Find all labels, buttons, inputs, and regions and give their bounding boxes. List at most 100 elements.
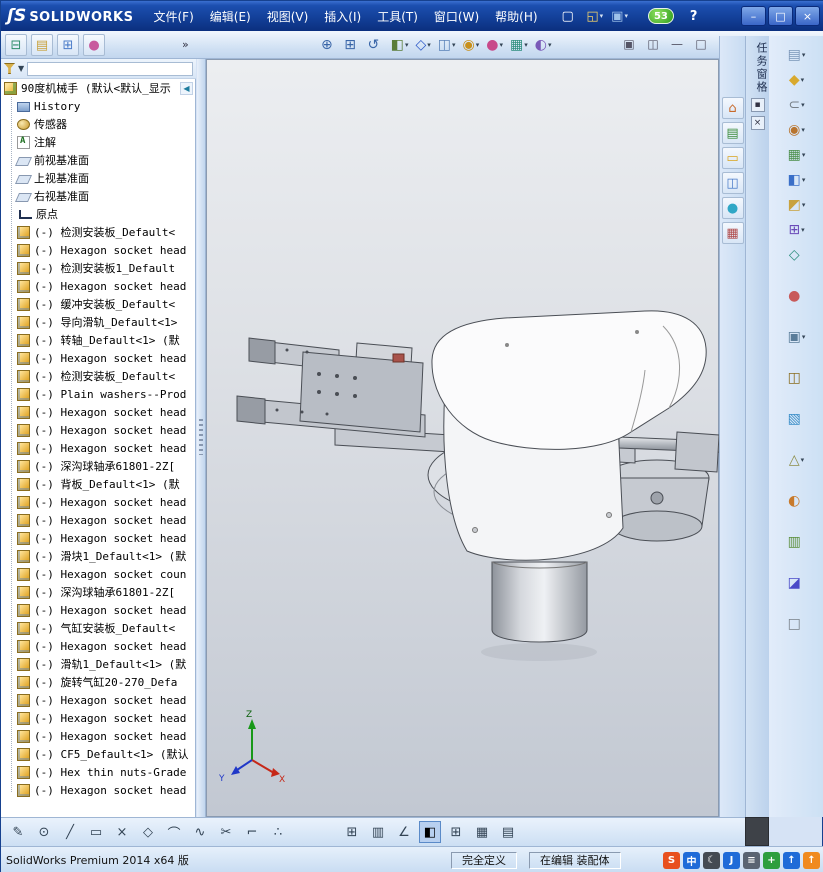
- featuremanager-tab-icon[interactable]: ⊟: [5, 34, 27, 56]
- filter-funnel-icon[interactable]: [4, 63, 15, 74]
- tree-item[interactable]: (-) Hexagon socket coun: [1, 565, 196, 583]
- sogou-icon[interactable]: S: [663, 851, 680, 869]
- menu-item[interactable]: 编辑(E): [202, 4, 259, 29]
- arrow-up-blue-icon[interactable]: ↑: [783, 851, 800, 869]
- menu-item[interactable]: 文件(F): [145, 4, 201, 29]
- tree-item[interactable]: (-) Hexagon socket head: [1, 781, 196, 799]
- tree-item[interactable]: (-) Hexagon socket head: [1, 493, 196, 511]
- tree-item[interactable]: (-) Plain washers--Prod: [1, 385, 196, 403]
- assembly-tool-icon[interactable]: △ ▾: [769, 447, 823, 472]
- polygon-icon[interactable]: ◇: [137, 821, 159, 843]
- pattern-icon[interactable]: ∴: [267, 821, 289, 843]
- tree-item[interactable]: 90度机械手 (默认<默认_显示: [1, 79, 196, 97]
- menu-item[interactable]: 工具(T): [369, 4, 426, 29]
- menu-item[interactable]: 视图(V): [259, 4, 317, 29]
- tree-item[interactable]: 右视基准面: [1, 187, 196, 205]
- pin-icon[interactable]: ▪: [750, 98, 765, 112]
- restore-doc-icon[interactable]: □: [693, 37, 709, 51]
- help-icon[interactable]: ?: [690, 9, 698, 24]
- tree-item[interactable]: (-) Hexagon socket head: [1, 421, 196, 439]
- keyboard-icon[interactable]: ≡: [743, 851, 760, 869]
- file-explorer-tab-icon[interactable]: ▭: [721, 147, 744, 169]
- assembly-tool-icon[interactable]: ⊂ ▾: [769, 92, 823, 117]
- tree-item[interactable]: (-) Hexagon socket head: [1, 511, 196, 529]
- new-document-icon[interactable]: ▢ ▾: [560, 6, 581, 26]
- line-icon[interactable]: ╱: [59, 821, 81, 843]
- tree-item[interactable]: (-) Hexagon socket head: [1, 727, 196, 745]
- minimize-button[interactable]: –: [741, 6, 766, 26]
- display-style-icon[interactable]: ◫ ▾: [436, 34, 458, 56]
- tree-filter-input[interactable]: [27, 61, 193, 76]
- grid-icon[interactable]: ▤: [497, 821, 519, 843]
- trim-icon[interactable]: ✂: [215, 821, 237, 843]
- previous-view-icon[interactable]: ↺ ▾: [366, 34, 386, 56]
- tree-item[interactable]: (-) Hexagon socket head: [1, 403, 196, 421]
- tree-item[interactable]: (-) 缓冲安装板_Default<: [1, 295, 196, 313]
- point-icon[interactable]: ×: [111, 821, 133, 843]
- filter-chevron-icon[interactable]: ▼: [18, 64, 24, 73]
- tree-item[interactable]: (-) Hexagon socket head: [1, 637, 196, 655]
- tree-item[interactable]: (-) Hexagon socket head: [1, 241, 196, 259]
- tree-item[interactable]: (-) Hexagon socket head: [1, 439, 196, 457]
- tree-item[interactable]: 传感器: [1, 115, 196, 133]
- close-pane-icon[interactable]: ×: [750, 116, 765, 130]
- displaymanager-tab-icon[interactable]: ●: [83, 34, 105, 56]
- configurationmanager-tab-icon[interactable]: ⊞: [57, 34, 79, 56]
- tree-item[interactable]: (-) Hex thin nuts-Grade: [1, 763, 196, 781]
- tree-item[interactable]: 原点: [1, 205, 196, 223]
- assembly-tool-icon[interactable]: ◩ ▾: [769, 192, 823, 217]
- tree-item[interactable]: (-) 导向滑轨_Default<1>: [1, 313, 196, 331]
- table-icon[interactable]: ⊞: [445, 821, 467, 843]
- tree-item[interactable]: History: [1, 97, 196, 115]
- tree-item[interactable]: (-) 检测安装板1_Default: [1, 259, 196, 277]
- tree-item[interactable]: (-) 旋转气缸20-270_Defa: [1, 673, 196, 691]
- tree-item[interactable]: (-) Hexagon socket head: [1, 277, 196, 295]
- ime-punct-icon[interactable]: J: [723, 851, 740, 869]
- apply-scene-icon[interactable]: ▦ ▾: [508, 34, 530, 56]
- appearances-tab-icon[interactable]: ●: [721, 197, 744, 219]
- tile-windows-icon[interactable]: ◫: [645, 37, 661, 51]
- custom-properties-tab-icon[interactable]: ▦: [721, 222, 744, 244]
- ime-chinese-icon[interactable]: 中: [683, 851, 700, 869]
- circle-icon[interactable]: ⊙: [33, 821, 55, 843]
- hide-show-items-icon[interactable]: ◉ ▾: [461, 34, 482, 56]
- assembly-tool-icon[interactable]: ◪ ▾: [769, 570, 823, 595]
- tree-item[interactable]: (-) 背板_Default<1> (默: [1, 475, 196, 493]
- tree-item[interactable]: (-) Hexagon socket head: [1, 709, 196, 727]
- tree-item[interactable]: (-) Hexagon socket head: [1, 601, 196, 619]
- arc-icon[interactable]: ⌒: [163, 821, 185, 843]
- rectangle-icon[interactable]: ▭: [85, 821, 107, 843]
- section-view-icon[interactable]: ◧ ▾: [389, 34, 411, 56]
- edit-appearance-icon[interactable]: ● ▾: [484, 34, 505, 56]
- tree-item[interactable]: (-) Hexagon socket head: [1, 691, 196, 709]
- tree-item[interactable]: (-) 气缸安装板_Default<: [1, 619, 196, 637]
- assembly-tool-icon[interactable]: □ ▾: [769, 611, 823, 636]
- offset-icon[interactable]: ▥: [367, 821, 389, 843]
- fillet-icon[interactable]: ⌐: [241, 821, 263, 843]
- solidworks-resources-tab-icon[interactable]: ⌂: [721, 97, 744, 119]
- assembly-tool-icon[interactable]: ● ▾: [769, 283, 823, 308]
- notification-badge[interactable]: 53: [647, 8, 674, 24]
- featuremanager-collapse-button[interactable]: ◀: [180, 82, 193, 95]
- panel-splitter[interactable]: [197, 59, 206, 817]
- tree-item[interactable]: 注解: [1, 133, 196, 151]
- view-settings-icon[interactable]: ◐ ▾: [533, 34, 554, 56]
- tabs-overflow-button[interactable]: »: [182, 38, 189, 51]
- assembly-tool-icon[interactable]: ◉ ▾: [769, 117, 823, 142]
- arrow-up-orange-icon[interactable]: ↑: [803, 851, 820, 869]
- tree-item[interactable]: (-) Hexagon socket head: [1, 349, 196, 367]
- assembly-tool-icon[interactable]: ◇ ▾: [769, 242, 823, 267]
- tree-item[interactable]: (-) 检测安装板_Default<: [1, 223, 196, 241]
- shaded-with-edges-icon[interactable]: ◧: [419, 821, 441, 843]
- assembly-tool-icon[interactable]: ⊞ ▾: [769, 217, 823, 242]
- spline-icon[interactable]: ∿: [189, 821, 211, 843]
- assembly-tool-icon[interactable]: ▥ ▾: [769, 529, 823, 554]
- close-button[interactable]: ×: [795, 6, 820, 26]
- graphics-viewport[interactable]: Z X Y: [206, 59, 720, 817]
- sketch-icon[interactable]: ✎: [7, 821, 29, 843]
- assembly-tool-icon[interactable]: ▤ ▾: [769, 42, 823, 67]
- restore-button[interactable]: □: [768, 6, 793, 26]
- view-palette-tab-icon[interactable]: ◫: [721, 172, 744, 194]
- assembly-tool-icon[interactable]: ▧ ▾: [769, 406, 823, 431]
- tree-item[interactable]: (-) Hexagon socket head: [1, 529, 196, 547]
